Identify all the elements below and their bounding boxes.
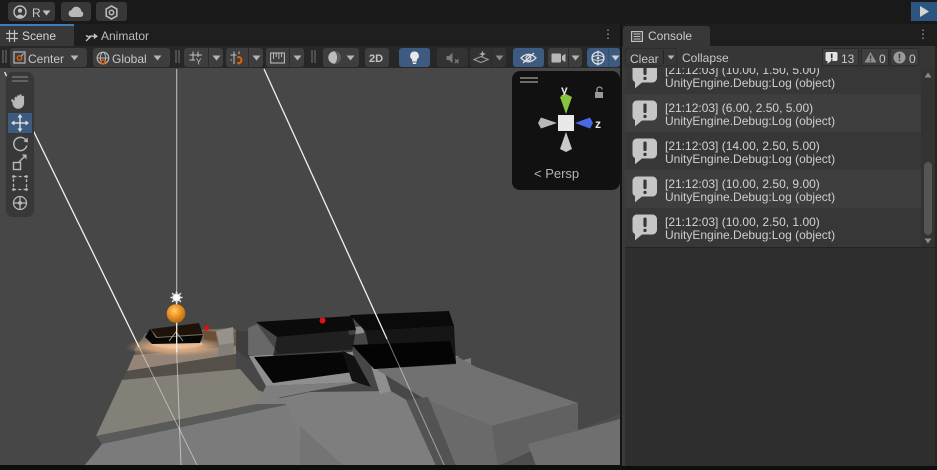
svg-text:Y: Y	[196, 58, 202, 66]
svg-text:< Persp: < Persp	[534, 166, 579, 181]
svg-text:z: z	[595, 117, 601, 131]
